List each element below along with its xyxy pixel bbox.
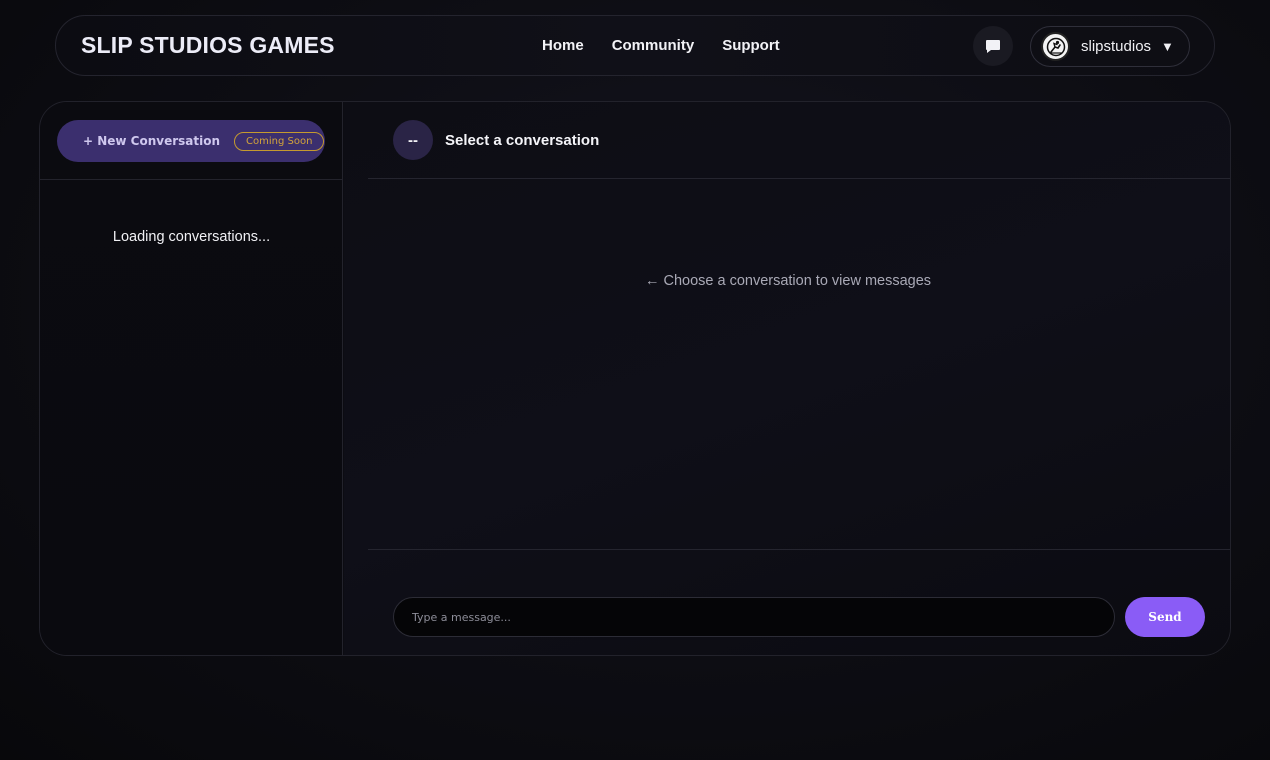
- loading-conversations-text: Loading conversations...: [112, 229, 271, 245]
- nav-community[interactable]: Community: [612, 37, 695, 54]
- chat-bubble-icon: [986, 39, 1000, 53]
- new-conversation-button[interactable]: + New Conversation Coming Soon: [57, 120, 325, 162]
- conversation-avatar: --: [393, 120, 433, 160]
- empty-state-message: ← Choose a conversation to view messages: [644, 273, 932, 289]
- sidebar-divider: [40, 179, 343, 180]
- composer-divider: [368, 549, 1230, 550]
- main-nav: Home Community Support: [542, 37, 780, 54]
- username: slipstudios: [1081, 38, 1152, 55]
- header-divider: [368, 178, 1230, 179]
- avatar: [1041, 32, 1070, 61]
- nav-support[interactable]: Support: [722, 37, 780, 54]
- brand-title[interactable]: SLIP STUDIOS GAMES: [81, 32, 335, 59]
- chat-header: -- Select a conversation: [393, 120, 599, 160]
- message-input[interactable]: [393, 597, 1115, 637]
- top-navbar: SLIP STUDIOS GAMES Home Community Suppor…: [55, 15, 1215, 76]
- messages-panel: + New Conversation Coming Soon Loading c…: [39, 101, 1231, 656]
- new-conversation-label: + New Conversation: [83, 134, 221, 148]
- messages-button[interactable]: [973, 26, 1013, 66]
- conversation-title: Select a conversation: [445, 131, 600, 149]
- conversation-sidebar: + New Conversation Coming Soon Loading c…: [40, 102, 343, 655]
- user-menu-button[interactable]: slipstudios ▼: [1030, 26, 1190, 67]
- chat-area: -- Select a conversation ← Choose a conv…: [344, 102, 1230, 655]
- nav-home[interactable]: Home: [542, 37, 584, 54]
- slip-logo-icon: [1046, 37, 1065, 56]
- coming-soon-badge: Coming Soon: [234, 131, 325, 151]
- chevron-down-icon: ▼: [1161, 39, 1174, 54]
- send-button[interactable]: Send: [1125, 597, 1205, 637]
